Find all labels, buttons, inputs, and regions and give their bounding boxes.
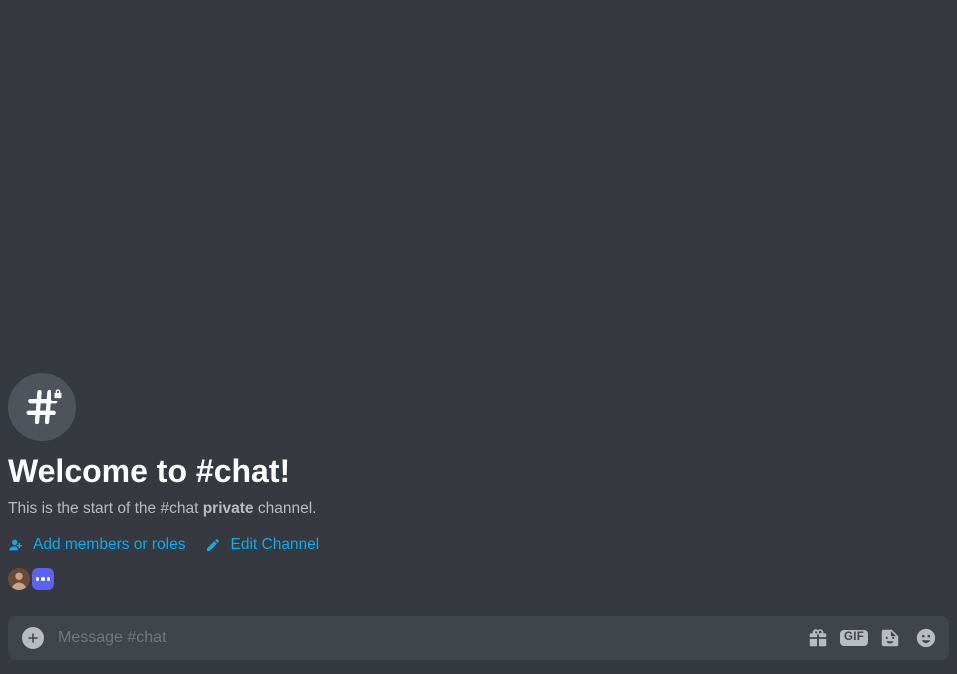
welcome-subtitle: This is the start of the #chat private c… — [8, 500, 949, 518]
gif-icon: GIF — [840, 630, 868, 647]
edit-channel-button[interactable]: Edit Channel — [205, 536, 319, 554]
plus-icon — [27, 632, 39, 644]
add-members-button[interactable]: Add members or roles — [8, 536, 185, 554]
lock-icon — [51, 387, 65, 401]
presence-row — [8, 568, 949, 590]
attach-button[interactable] — [22, 627, 44, 649]
composer-region: GIF — [0, 616, 957, 674]
welcome-sub-suffix: channel. — [254, 500, 317, 517]
channel-welcome-block: Welcome to #chat! This is the start of t… — [8, 373, 949, 590]
bot-indicator-icon[interactable] — [32, 568, 54, 590]
channel-actions: Add members or roles Edit Channel — [8, 536, 949, 554]
messages-scroll-area: Welcome to #chat! This is the start of t… — [0, 0, 957, 616]
emoji-icon — [915, 627, 937, 649]
pencil-icon — [205, 537, 221, 553]
channel-icon — [8, 373, 76, 441]
welcome-title: Welcome to #chat! — [8, 453, 949, 490]
gift-button[interactable] — [807, 627, 829, 649]
message-input[interactable] — [58, 629, 793, 647]
edit-channel-label: Edit Channel — [230, 536, 319, 554]
message-composer: GIF — [8, 616, 949, 660]
user-avatar[interactable] — [8, 568, 30, 590]
welcome-sub-private: private — [203, 500, 254, 517]
emoji-button[interactable] — [915, 627, 937, 649]
gift-icon — [807, 627, 829, 649]
add-members-label: Add members or roles — [33, 536, 185, 554]
welcome-sub-prefix: This is the start of the #chat — [8, 500, 203, 517]
composer-right-icons: GIF — [807, 627, 937, 649]
sticker-icon — [879, 627, 901, 649]
sticker-button[interactable] — [879, 627, 901, 649]
gif-button[interactable]: GIF — [843, 627, 865, 649]
add-person-icon — [8, 537, 24, 553]
